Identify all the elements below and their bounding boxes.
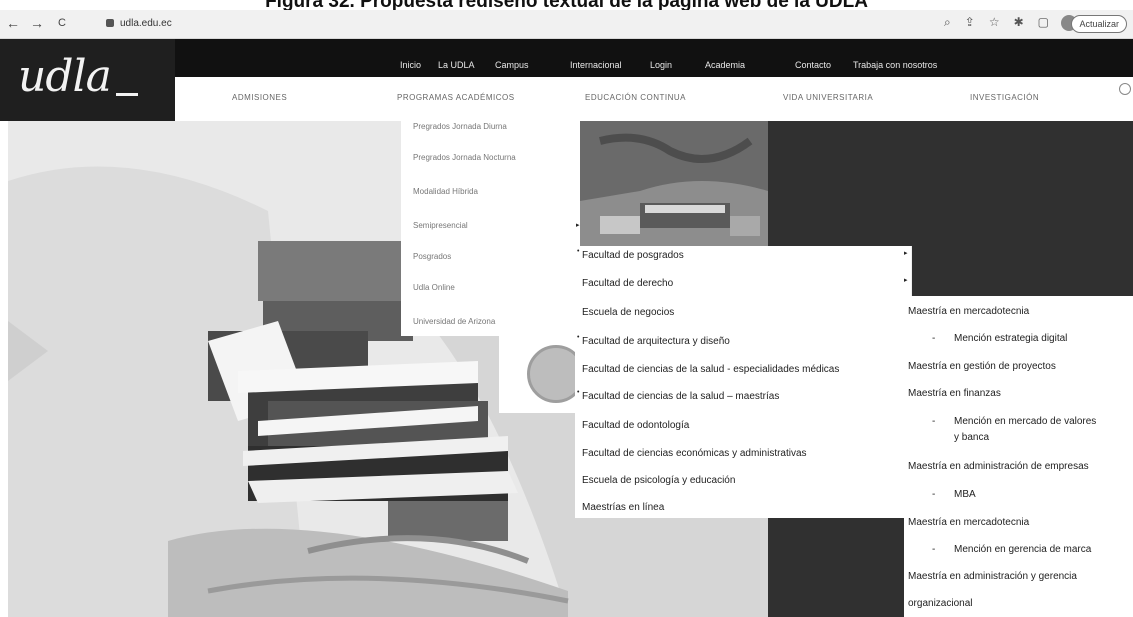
lock-icon [106,19,114,28]
campus-photo-art [580,121,768,246]
menu-item-mba[interactable]: MBA [954,489,976,500]
util-link-inicio[interactable]: Inicio [400,60,421,70]
extension-icon[interactable]: ✱ [1014,15,1038,29]
dropdown-maestrias: Maestría en mercadotecnia - Mención estr… [904,296,1133,617]
url-text: udla.edu.ec [120,18,172,29]
menu-item-universidad-arizona[interactable]: Universidad de Arizona [413,317,495,326]
chevron-right-icon: ▸ [904,250,908,257]
menu-item-maestria-mercadotecnia[interactable]: Maestría en mercadotecnia [908,306,1029,317]
menu-item-mencion-mercado-valores[interactable]: Mención en mercado de valores [954,416,1096,427]
menu-item-mencion-estrategia-digital[interactable]: Mención estrategia digital [954,333,1067,344]
logo-underline [116,93,138,96]
util-link-academia[interactable]: Academia [705,60,745,70]
sidebar-icon[interactable]: ▢ [1038,15,1063,29]
menu-item-udla-online[interactable]: Udla Online [413,283,455,292]
chevron-right-icon: ▸ [904,277,908,284]
star-icon[interactable]: ☆ [989,15,1014,29]
back-arrow-icon[interactable]: ← [6,15,20,31]
menu-item-pregrados-diurna[interactable]: Pregrados Jornada Diurna [413,122,507,131]
nav-educacion-continua[interactable]: EDUCACIÓN CONTINUA [585,93,686,102]
search-icon[interactable] [1119,83,1131,95]
util-link-la-udla[interactable]: La UDLA [438,60,475,70]
menu-item-maestria-mercadotecnia-2[interactable]: Maestría en mercadotecnia [908,517,1029,528]
bullet-icon: - [932,333,936,344]
menu-item-pregrados-nocturna[interactable]: Pregrados Jornada Nocturna [413,153,516,162]
nav-vida-universitaria[interactable]: VIDA UNIVERSITARIA [783,93,873,102]
reload-icon[interactable]: C [58,17,66,29]
bullet-icon: • [577,334,580,341]
site-logo[interactable]: udla [0,39,175,121]
menu-item-modalidad-hibrida[interactable]: Modalidad Híbrida [413,187,478,196]
menu-item-maestria-finanzas[interactable]: Maestría en finanzas [908,388,1001,399]
menu-item-semipresencial[interactable]: Semipresencial [413,221,468,230]
address-bar[interactable]: udla.edu.ec [106,15,172,32]
menu-item-administracion-gerencia-line2[interactable]: organizacional [908,598,973,609]
menu-item-odontologia[interactable]: Facultad de odontología [582,420,689,431]
bullet-icon: - [932,489,936,500]
menu-item-gestion-proyectos[interactable]: Maestría en gestión de proyectos [908,361,1056,372]
seal-card [499,325,585,413]
share-icon[interactable]: ⇪ [965,15,989,29]
menu-item-salud-maestrias[interactable]: Facultad de ciencias de la salud – maest… [582,391,779,402]
nav-investigacion[interactable]: INVESTIGACIÓN [970,93,1039,102]
bullet-icon: • [577,389,580,396]
util-link-campus[interactable]: Campus [495,60,529,70]
bullet-icon: - [932,544,936,555]
util-link-trabaja[interactable]: Trabaja con nosotros [853,60,937,70]
submenu-arrow-icon: ▸ [576,222,580,229]
menu-item-mencion-mercado-valores-line2[interactable]: y banca [954,432,989,443]
menu-item-escuela-negocios[interactable]: Escuela de negocios [582,307,674,318]
menu-item-posgrados[interactable]: Posgrados [413,252,451,261]
menu-item-mencion-gerencia-marca[interactable]: Mención en gerencia de marca [954,544,1091,555]
bullet-icon: - [932,416,936,427]
util-link-login[interactable]: Login [650,60,672,70]
util-link-internacional[interactable]: Internacional [570,60,622,70]
nav-programas-academicos[interactable]: PROGRAMAS ACADÉMICOS [397,93,515,102]
zoom-icon[interactable]: ⌕ [944,15,965,29]
menu-item-maestrias-linea[interactable]: Maestrías en línea [582,502,664,513]
nav-admisiones[interactable]: ADMISIONES [232,93,287,102]
menu-item-facultad-posgrados[interactable]: Facultad de posgrados [582,250,684,261]
dropdown-programas: Pregrados Jornada Diurna Pregrados Jorna… [401,121,580,336]
campus-photo [580,121,768,246]
menu-item-psicologia-educacion[interactable]: Escuela de psicología y educación [582,475,735,486]
menu-item-facultad-derecho[interactable]: Facultad de derecho [582,278,673,289]
browser-toolbar: ← → C udla.edu.ec ⌕⇪☆✱▢ Actualizar [0,10,1133,39]
util-link-contacto[interactable]: Contacto [795,60,831,70]
menu-item-administracion-empresas[interactable]: Maestría en administración de empresas [908,461,1089,472]
forward-arrow-icon[interactable]: → [30,15,44,31]
menu-item-ciencias-economicas[interactable]: Facultad de ciencias económicas y admini… [582,448,807,459]
update-button[interactable]: Actualizar [1071,15,1127,33]
main-navigation: ADMISIONES PROGRAMAS ACADÉMICOS EDUCACIÓ… [175,77,1133,122]
bullet-icon: • [577,248,580,255]
menu-item-administracion-gerencia[interactable]: Maestría en administración y gerencia [908,571,1077,582]
menu-item-salud-especialidades[interactable]: Facultad de ciencias de la salud - espec… [582,364,839,375]
logo-text: udla [18,51,112,102]
dropdown-facultades: Facultad de posgrados ▸ Facultad de dere… [575,246,912,518]
menu-item-facultad-arquitectura[interactable]: Facultad de arquitectura y diseño [582,336,730,347]
browser-action-icons[interactable]: ⌕⇪☆✱▢ [944,15,1063,30]
